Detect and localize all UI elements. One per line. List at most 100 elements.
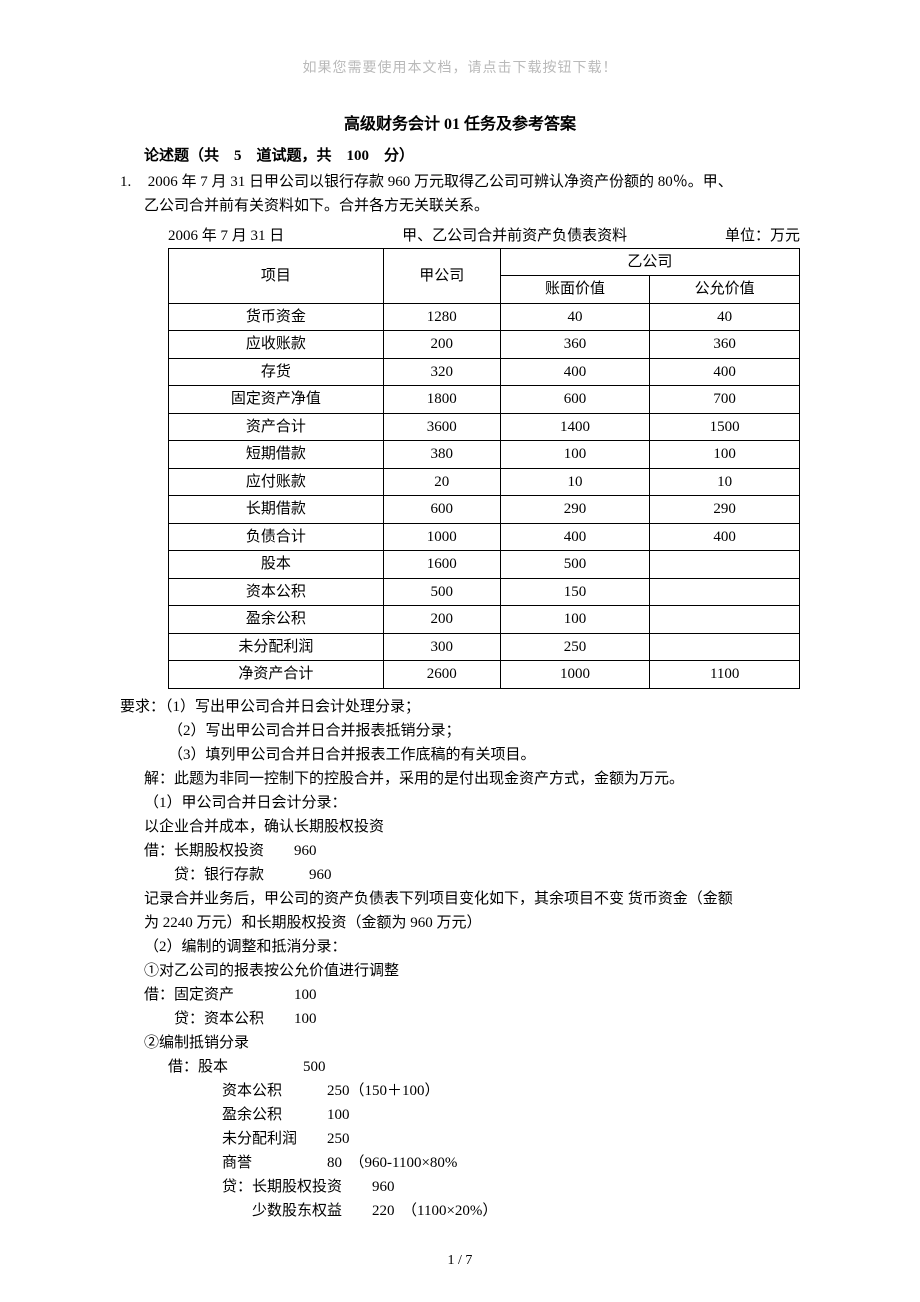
ans-l2: （1）甲公司合并日会计分录： xyxy=(120,791,800,815)
section-heading: 论述题（共 5 道试题，共 100 分） xyxy=(120,144,800,168)
table-row: 存货320400400 xyxy=(169,358,800,386)
table-cell: 货币资金 xyxy=(169,303,384,331)
table-cell: 380 xyxy=(383,441,500,469)
table-cell: 20 xyxy=(383,468,500,496)
table-header-row1: 项目 甲公司 乙公司 xyxy=(169,248,800,276)
table-cell: 290 xyxy=(500,496,650,524)
table-cell: 600 xyxy=(500,386,650,414)
ans-l17: 贷：长期股权投资 960 xyxy=(120,1175,800,1199)
table-cell: 3600 xyxy=(383,413,500,441)
ans-l3: 以企业合并成本，确认长期股权投资 xyxy=(120,815,800,839)
ans-l7: （2）编制的调整和抵消分录： xyxy=(120,935,800,959)
table-cell: 负债合计 xyxy=(169,523,384,551)
table-row: 净资产合计260010001100 xyxy=(169,661,800,689)
table-caption: 2006 年 7 月 31 日 甲、乙公司合并前资产负债表资料 单位：万元 xyxy=(120,224,800,248)
ans-l14: 盈余公积 100 xyxy=(120,1103,800,1127)
table-cell xyxy=(650,551,800,579)
table-cell: 固定资产净值 xyxy=(169,386,384,414)
col-book-value: 账面价值 xyxy=(500,276,650,304)
table-cell: 320 xyxy=(383,358,500,386)
table-cell: 1500 xyxy=(650,413,800,441)
table-row: 负债合计1000400400 xyxy=(169,523,800,551)
ans-l13: 资本公积 250（150＋100） xyxy=(120,1079,800,1103)
table-cell: 250 xyxy=(500,633,650,661)
ans-l12: 借：股本 500 xyxy=(120,1055,800,1079)
ans-l6b: 为 2240 万元）和长期股权投资（金额为 960 万元） xyxy=(120,911,800,935)
ans-l15: 未分配利润 250 xyxy=(120,1127,800,1151)
table-cell: 600 xyxy=(383,496,500,524)
table-row: 资本公积500150 xyxy=(169,578,800,606)
download-hint: 如果您需要使用本文档，请点击下载按钮下载！ xyxy=(120,58,800,80)
ans-l1: 解：此题为非同一控制下的控股合并，采用的是付出现金资产方式，金额为万元。 xyxy=(120,767,800,791)
question-text-line2: 乙公司合并前有关资料如下。合并各方无关联关系。 xyxy=(120,194,800,218)
table-cell: 应收账款 xyxy=(169,331,384,359)
table-cell: 100 xyxy=(650,441,800,469)
table-cell: 400 xyxy=(650,523,800,551)
table-cell: 150 xyxy=(500,578,650,606)
table-row: 应收账款200360360 xyxy=(169,331,800,359)
table-row: 未分配利润300250 xyxy=(169,633,800,661)
table-row: 应付账款201010 xyxy=(169,468,800,496)
balance-sheet-table: 项目 甲公司 乙公司 账面价值 公允价值 货币资金12804040应收账款200… xyxy=(168,248,800,689)
ans-l5: 贷：银行存款 960 xyxy=(120,863,800,887)
table-cell: 300 xyxy=(383,633,500,661)
table-cell: 资产合计 xyxy=(169,413,384,441)
table-cell: 盈余公积 xyxy=(169,606,384,634)
ans-l4: 借：长期股权投资 960 xyxy=(120,839,800,863)
document-page: 如果您需要使用本文档，请点击下载按钮下载！ 高级财务会计 01 任务及参考答案 … xyxy=(0,0,920,1302)
ans-l9: 借：固定资产 100 xyxy=(120,983,800,1007)
table-cell: 700 xyxy=(650,386,800,414)
req-1: （1）写出甲公司合并日会计处理分录； xyxy=(165,699,420,715)
requirements-block: 要求：（1）写出甲公司合并日会计处理分录； （2）写出甲公司合并日合并报表抵销分… xyxy=(120,695,800,767)
table-cell: 40 xyxy=(650,303,800,331)
table-cell: 存货 xyxy=(169,358,384,386)
table-cell: 1280 xyxy=(383,303,500,331)
table-row: 货币资金12804040 xyxy=(169,303,800,331)
table-cell: 40 xyxy=(500,303,650,331)
table-date: 2006 年 7 月 31 日 xyxy=(168,224,284,248)
table-cell: 360 xyxy=(500,331,650,359)
table-cell: 10 xyxy=(500,468,650,496)
table-cell: 净资产合计 xyxy=(169,661,384,689)
question-1: 1. 2006 年 7 月 31 日甲公司以银行存款 960 万元取得乙公司可辨… xyxy=(120,170,800,1223)
table-row: 短期借款380100100 xyxy=(169,441,800,469)
ans-l10: 贷：资本公积 100 xyxy=(120,1007,800,1031)
table-cell: 100 xyxy=(500,441,650,469)
requirement-line: 要求：（1）写出甲公司合并日会计处理分录； xyxy=(120,695,800,719)
table-cell: 200 xyxy=(383,606,500,634)
document-title: 高级财务会计 01 任务及参考答案 xyxy=(120,112,800,138)
table-body: 货币资金12804040应收账款200360360存货320400400固定资产… xyxy=(169,303,800,688)
table-cell: 1100 xyxy=(650,661,800,689)
ans-l8: ①对乙公司的报表按公允价值进行调整 xyxy=(120,959,800,983)
table-row: 股本1600500 xyxy=(169,551,800,579)
table-cell: 500 xyxy=(383,578,500,606)
table-cell: 未分配利润 xyxy=(169,633,384,661)
table-cell: 100 xyxy=(500,606,650,634)
ans-l18: 少数股东权益 220 （1100×20%） xyxy=(120,1199,800,1223)
table-cell: 400 xyxy=(500,358,650,386)
table-cell: 400 xyxy=(650,358,800,386)
table-cell: 2600 xyxy=(383,661,500,689)
table-cell: 200 xyxy=(383,331,500,359)
table-cell xyxy=(650,633,800,661)
col-company-b: 乙公司 xyxy=(500,248,799,276)
req-label: 要求： xyxy=(120,699,165,715)
page-number: 1 / 7 xyxy=(0,1250,920,1272)
ans-l6: 记录合并业务后，甲公司的资产负债表下列项目变化如下，其余项目不变 货币资金（金额 xyxy=(120,887,800,911)
table-cell: 290 xyxy=(650,496,800,524)
table-cell: 10 xyxy=(650,468,800,496)
table-row: 盈余公积200100 xyxy=(169,606,800,634)
question-number: 1. xyxy=(120,170,144,194)
col-fair-value: 公允价值 xyxy=(650,276,800,304)
table-cell: 400 xyxy=(500,523,650,551)
table-cell: 短期借款 xyxy=(169,441,384,469)
table-cell: 1000 xyxy=(500,661,650,689)
table-cell xyxy=(650,606,800,634)
ans-l11: ②编制抵销分录 xyxy=(120,1031,800,1055)
table-row: 资产合计360014001500 xyxy=(169,413,800,441)
table-cell: 资本公积 xyxy=(169,578,384,606)
table-title: 甲、乙公司合并前资产负债表资料 xyxy=(284,224,725,248)
question-text-line1: 2006 年 7 月 31 日甲公司以银行存款 960 万元取得乙公司可辨认净资… xyxy=(148,170,798,194)
table-row: 固定资产净值1800600700 xyxy=(169,386,800,414)
table-cell: 1000 xyxy=(383,523,500,551)
